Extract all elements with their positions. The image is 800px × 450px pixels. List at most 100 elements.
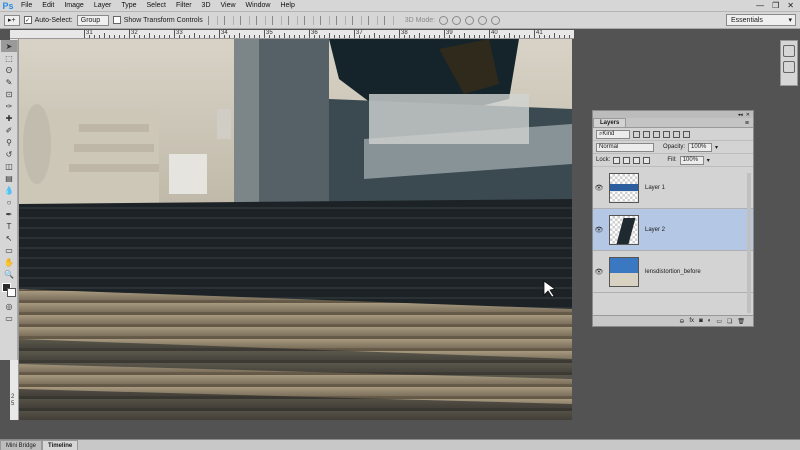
- workspace-switcher[interactable]: Essentials: [726, 14, 796, 26]
- screen-mode-icon[interactable]: ▭: [1, 312, 17, 324]
- adjustment-icon[interactable]: ◐: [708, 318, 712, 324]
- menu-window[interactable]: Window: [241, 2, 276, 9]
- 3d-slide-icon[interactable]: [478, 15, 488, 25]
- trash-icon[interactable]: 🗑: [737, 318, 745, 325]
- show-transform-checkbox[interactable]: [112, 16, 121, 24]
- fill-dropdown-icon[interactable]: ▾: [707, 157, 710, 164]
- layer-name[interactable]: Layer 1: [645, 185, 665, 191]
- mask-icon[interactable]: ◙: [699, 318, 703, 324]
- visibility-eye-icon[interactable]: 👁: [593, 184, 605, 192]
- gradient-tool-icon[interactable]: ▤: [1, 172, 17, 184]
- menu-file[interactable]: File: [16, 2, 37, 9]
- clone-stamp-tool-icon[interactable]: ⚲: [1, 136, 17, 148]
- lock-position-icon[interactable]: [633, 156, 641, 164]
- blur-tool-icon[interactable]: 💧: [1, 184, 17, 196]
- 3d-rotate-icon[interactable]: [439, 15, 449, 25]
- show-transform-option[interactable]: Show Transform Controls: [112, 16, 203, 24]
- document-canvas[interactable]: [19, 39, 572, 420]
- auto-select-dropdown[interactable]: Group: [76, 14, 109, 26]
- filter-smart-object-icon[interactable]: [673, 130, 680, 138]
- layer-row-selected[interactable]: 👁 Layer 2: [593, 209, 753, 251]
- panel-menu-icon[interactable]: ≡: [745, 120, 753, 127]
- align-vcenter-icon[interactable]: [223, 15, 234, 25]
- menu-help[interactable]: Help: [275, 2, 299, 9]
- crop-tool-icon[interactable]: ⊡: [1, 88, 17, 100]
- hand-tool-icon[interactable]: ✋: [1, 256, 17, 268]
- collapse-icon[interactable]: ◂◂: [738, 112, 743, 118]
- filter-pixel-icon[interactable]: [633, 130, 640, 138]
- opacity-dropdown-icon[interactable]: ▾: [715, 144, 718, 151]
- auto-select-option[interactable]: ✓ Auto-Select:: [23, 16, 73, 24]
- tab-layers[interactable]: Layers: [593, 118, 627, 127]
- brush-tool-icon[interactable]: ✐: [1, 124, 17, 136]
- background-color-swatch[interactable]: [7, 288, 16, 297]
- tool-preset-picker[interactable]: ▸+: [4, 14, 20, 26]
- filter-type-icon[interactable]: [653, 130, 660, 138]
- menu-3d[interactable]: 3D: [197, 2, 216, 9]
- layer-row[interactable]: 👁 lensdistortion_before: [593, 251, 753, 293]
- layer-name[interactable]: lensdistortion_before: [645, 269, 701, 275]
- layer-row[interactable]: 👁 Layer 1: [593, 167, 753, 209]
- blend-mode-dropdown[interactable]: Normal: [596, 142, 654, 152]
- minimize-icon[interactable]: —: [756, 1, 764, 10]
- 3d-pan-icon[interactable]: [465, 15, 475, 25]
- menu-image[interactable]: Image: [59, 2, 88, 9]
- fx-icon[interactable]: fx: [689, 318, 694, 324]
- folder-icon[interactable]: ▭: [716, 318, 722, 325]
- lasso-tool-icon[interactable]: ʘ: [1, 64, 17, 76]
- eraser-tool-icon[interactable]: ◫: [1, 160, 17, 172]
- align-left-icon[interactable]: [255, 15, 266, 25]
- menu-edit[interactable]: Edit: [37, 2, 59, 9]
- panel-titlebar[interactable]: ◂◂ ✕: [593, 111, 753, 118]
- align-top-icon[interactable]: [207, 15, 218, 25]
- align-bottom-icon[interactable]: [239, 15, 250, 25]
- path-select-tool-icon[interactable]: ↖: [1, 232, 17, 244]
- distribute-bottom-icon[interactable]: [335, 15, 346, 25]
- restore-icon[interactable]: ❐: [772, 1, 779, 10]
- type-tool-icon[interactable]: T: [1, 220, 17, 232]
- quick-select-tool-icon[interactable]: ✎: [1, 76, 17, 88]
- layer-name[interactable]: Layer 2: [645, 227, 665, 233]
- close-icon[interactable]: ✕: [787, 1, 794, 10]
- color-swatches[interactable]: [1, 282, 17, 298]
- properties-panel-icon[interactable]: [783, 61, 795, 73]
- filter-kind-dropdown[interactable]: ⌕ Kind: [596, 129, 630, 139]
- 3d-roll-icon[interactable]: [452, 15, 462, 25]
- menu-type[interactable]: Type: [116, 2, 141, 9]
- opacity-input[interactable]: 100%: [688, 142, 713, 152]
- menu-filter[interactable]: Filter: [171, 2, 197, 9]
- visibility-eye-icon[interactable]: 👁: [593, 268, 605, 276]
- marquee-tool-icon[interactable]: ⬚: [1, 52, 17, 64]
- distribute-top-icon[interactable]: [303, 15, 314, 25]
- filter-adjustment-icon[interactable]: [643, 130, 650, 138]
- dodge-tool-icon[interactable]: ○: [1, 196, 17, 208]
- zoom-tool-icon[interactable]: 🔍: [1, 268, 17, 280]
- fill-input[interactable]: 100%: [679, 155, 704, 165]
- menu-layer[interactable]: Layer: [89, 2, 117, 9]
- healing-tool-icon[interactable]: ✚: [1, 112, 17, 124]
- new-layer-icon[interactable]: ❏: [727, 318, 732, 325]
- move-tool-icon[interactable]: ➤: [1, 40, 17, 52]
- align-right-icon[interactable]: [287, 15, 298, 25]
- pen-tool-icon[interactable]: ✒: [1, 208, 17, 220]
- tab-mini-bridge[interactable]: Mini Bridge: [0, 440, 43, 450]
- lock-image-icon[interactable]: [623, 156, 631, 164]
- tab-timeline[interactable]: Timeline: [42, 440, 79, 450]
- align-hcenter-icon[interactable]: [271, 15, 282, 25]
- visibility-eye-icon[interactable]: 👁: [593, 226, 605, 234]
- menu-view[interactable]: View: [216, 2, 241, 9]
- distribute-hcenter-icon[interactable]: [367, 15, 378, 25]
- history-brush-tool-icon[interactable]: ↺: [1, 148, 17, 160]
- distribute-right-icon[interactable]: [383, 15, 394, 25]
- layers-scrollbar[interactable]: [747, 173, 751, 313]
- filter-toggle-icon[interactable]: [683, 130, 690, 138]
- distribute-vcenter-icon[interactable]: [319, 15, 330, 25]
- lock-all-icon[interactable]: [643, 156, 651, 164]
- lock-transparent-icon[interactable]: [613, 156, 621, 164]
- eyedropper-tool-icon[interactable]: ✑: [1, 100, 17, 112]
- distribute-left-icon[interactable]: [351, 15, 362, 25]
- quick-mask-icon[interactable]: ◎: [1, 300, 17, 312]
- menu-select[interactable]: Select: [142, 2, 171, 9]
- filter-shape-icon[interactable]: [663, 130, 670, 138]
- auto-select-checkbox[interactable]: ✓: [23, 16, 32, 24]
